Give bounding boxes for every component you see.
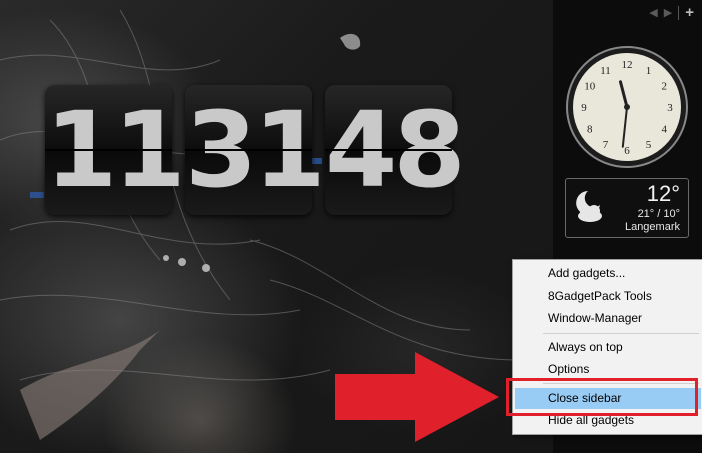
sidebar-nav: ◀ ▶ + — [649, 4, 694, 21]
add-gadget-icon[interactable]: + — [685, 4, 694, 21]
flip-seam — [45, 149, 172, 151]
menu-item-add-gadgets[interactable]: Add gadgets... — [515, 263, 701, 284]
clock-numeral: 8 — [587, 124, 593, 136]
next-page-icon[interactable]: ▶ — [664, 6, 672, 19]
menu-separator — [543, 383, 699, 384]
clock-pin — [624, 104, 630, 110]
annotation-arrow — [335, 352, 499, 442]
flip-clock-seconds[interactable]: 48 — [325, 85, 466, 215]
menu-item-close-sidebar[interactable]: Close sidebar — [515, 388, 701, 409]
menu-item-options[interactable]: Options — [515, 359, 701, 380]
clock-numeral: 10 — [584, 81, 596, 93]
weather-range: 21° / 10° — [637, 208, 680, 220]
weather-gadget[interactable]: 12° 21° / 10° Langemark — [565, 178, 689, 238]
moon-cloud-icon — [576, 191, 602, 222]
clock-numeral: 12 — [622, 59, 633, 71]
menu-item-always-on-top[interactable]: Always on top — [515, 337, 701, 358]
clock-numeral: 1 — [646, 65, 652, 77]
context-menu: Add gadgets... 8GadgetPack Tools Window-… — [512, 259, 702, 435]
flip-clock-hours[interactable]: 11 — [45, 85, 186, 215]
clock-numeral: 2 — [661, 81, 667, 93]
weather-city: Langemark — [624, 221, 680, 233]
prev-page-icon[interactable]: ◀ — [649, 6, 657, 19]
clock-numeral: 6 — [624, 145, 630, 157]
analog-clock[interactable]: 12 1234567891011 — [565, 45, 689, 169]
menu-item-window-manager[interactable]: Window-Manager — [515, 308, 701, 329]
clock-numeral: 11 — [600, 65, 611, 77]
clock-numeral: 3 — [667, 102, 673, 114]
flip-seam — [185, 149, 312, 151]
nav-divider — [678, 5, 680, 20]
menu-item-8gadgetpack-tools[interactable]: 8GadgetPack Tools — [515, 286, 701, 307]
flip-seam — [325, 149, 452, 151]
menu-item-hide-all-gadgets[interactable]: Hide all gadgets — [515, 410, 701, 431]
weather-temperature: 12° — [646, 181, 680, 206]
menu-separator — [543, 333, 699, 334]
clock-numeral: 5 — [646, 139, 652, 151]
flip-clock-minutes[interactable]: 31 — [185, 85, 326, 215]
clock-numeral: 4 — [661, 124, 667, 136]
clock-numeral: 9 — [581, 102, 587, 114]
clock-numeral: 7 — [603, 139, 609, 151]
